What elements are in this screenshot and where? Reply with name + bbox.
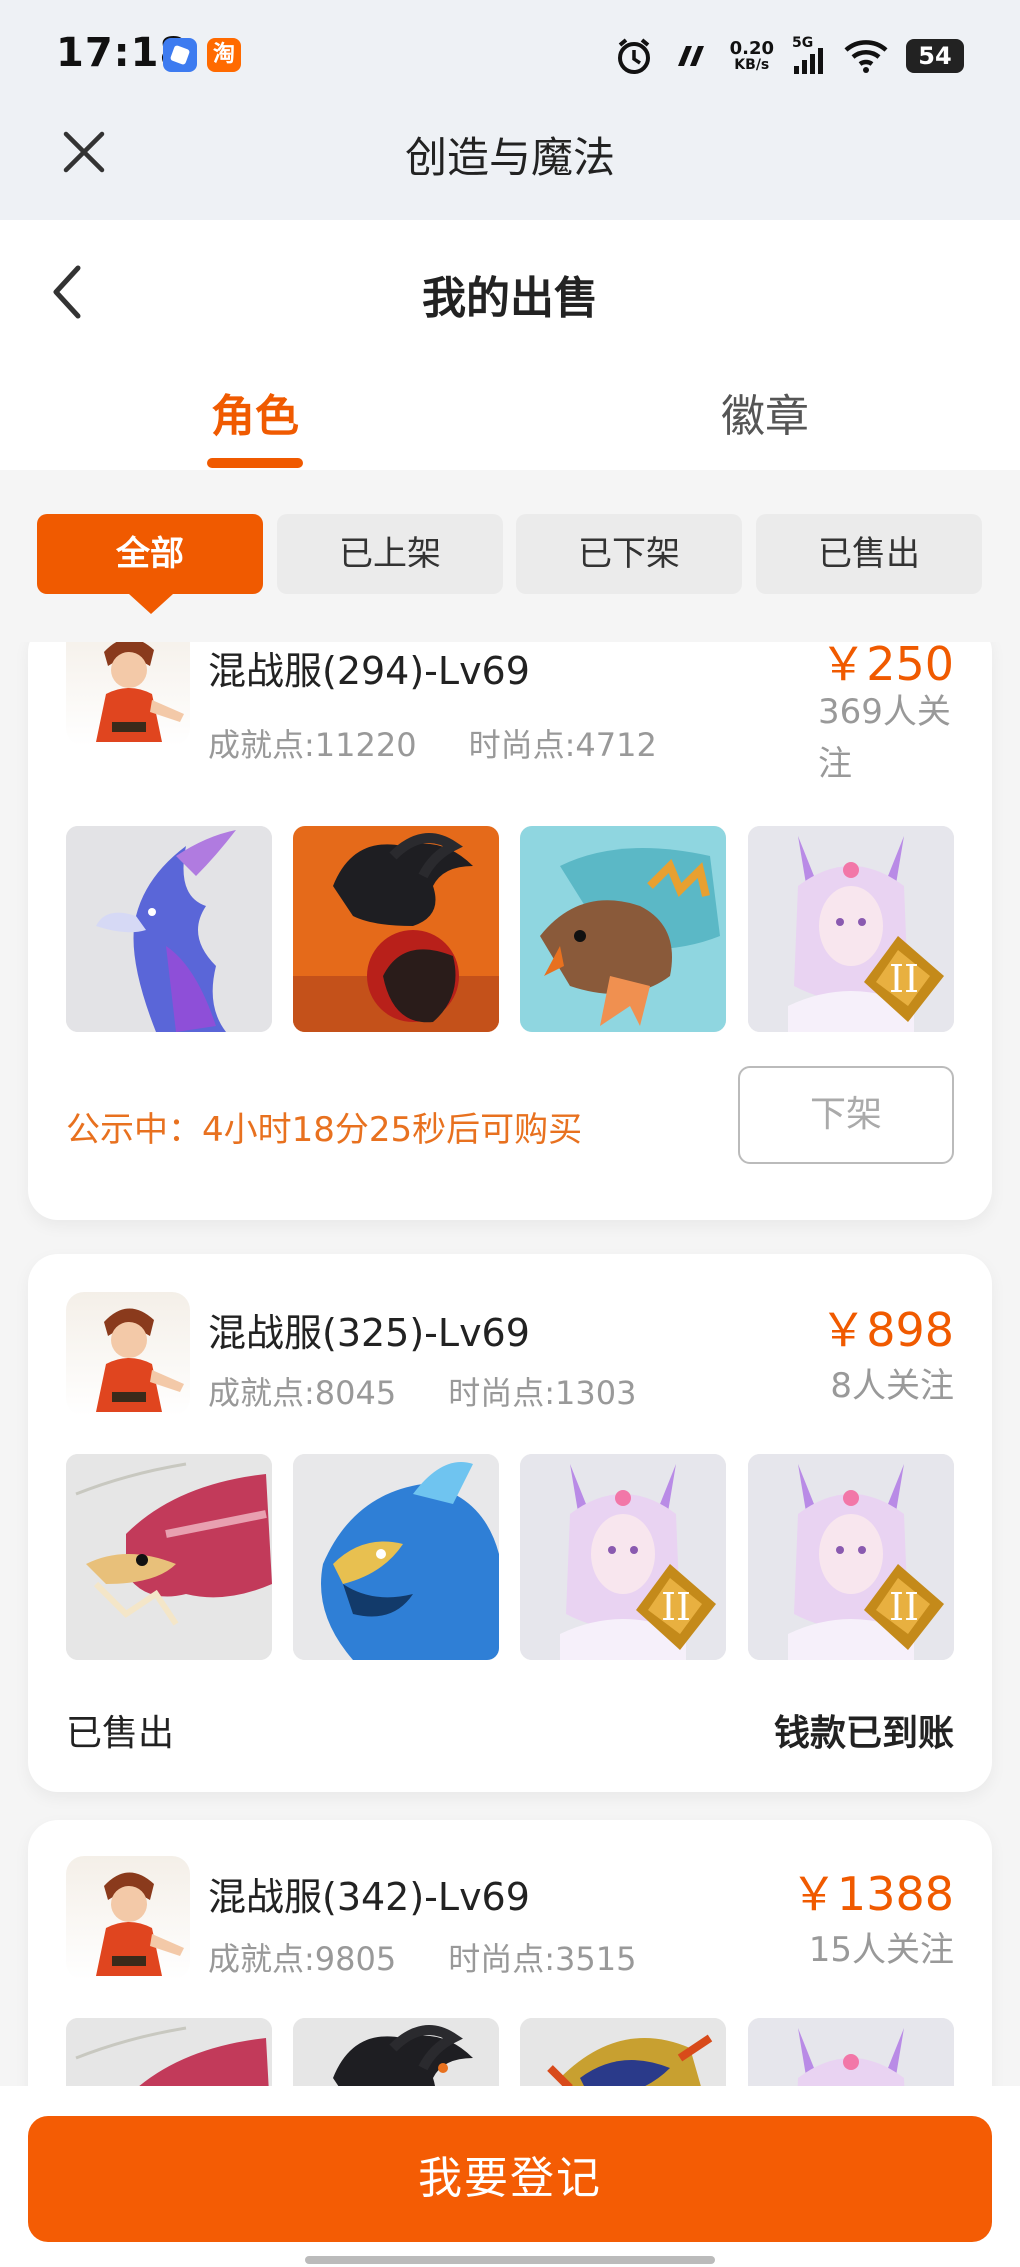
listing-list[interactable]: 混战服(294)-Lv69 成就点:11220 时尚点:4712 ￥250 369… [0,642,1020,2086]
tab-role[interactable]: 角色 [150,380,360,470]
listing-card[interactable]: 混战服(325)-Lv69 成就点:8045 时尚点:1303 ￥898 8人关注 [28,1254,992,1792]
armored-lizard-icon [520,826,726,1032]
app-title: 创造与魔法 [404,133,615,182]
follower-count: 369人关注 [818,692,951,784]
pet-thumbnail[interactable]: II [748,1454,954,1660]
character-avatar [66,1856,190,1980]
top-area: 17:18 淘 0.20 KB/s 5G 54 创造与魔法 [0,0,1020,220]
blue-app-icon [163,38,197,72]
pet-thumbnail[interactable] [66,1454,272,1660]
page-title: 我的出售 [422,273,598,324]
svg-text:II: II [661,1585,691,1629]
pet-thumbnails: II II [66,1454,954,1660]
pet-thumbnails: II [66,826,954,1032]
pet-thumbnail[interactable] [748,2018,954,2086]
character-portrait-icon [96,1872,184,1976]
taobao-icon: 淘 [207,38,241,72]
alarm-icon [617,38,650,74]
fox-fairy-icon [748,2018,954,2086]
character-stats: 成就点:11220 时尚点:4712 [208,720,657,766]
sold-status: 已售出 [66,1713,175,1754]
pet-thumbnail[interactable] [293,826,499,1032]
status-bar: 17:18 淘 0.20 KB/s 5G 54 [0,0,1020,110]
pet-thumbnail[interactable] [66,2018,272,2086]
blue-phoenix-icon [293,1454,499,1660]
achievement-points: 成就点:9805 [208,1940,397,1978]
delist-button[interactable]: 下架 [738,1066,954,1164]
character-portrait-icon [96,1308,184,1412]
pet-thumbnail[interactable] [293,2018,499,2086]
pet-thumbnail[interactable] [520,2018,726,2086]
pet-thumbnail[interactable]: II [520,1454,726,1660]
pet-thumbnails [66,2018,954,2086]
follower-count: 8人关注 [830,1366,954,1406]
network-speed-unit: KB/s [734,57,770,73]
filter-delisted[interactable]: 已下架 [516,514,742,594]
red-dragon-icon [66,1454,272,1660]
tab-bar: 角色 徽章 [0,380,1020,470]
page-header: 我的出售 角色 徽章 [0,220,1020,470]
fox-fairy-icon: II [748,826,954,1032]
character-portrait-icon [96,642,184,742]
pet-thumbnail[interactable] [293,1454,499,1660]
listing-price: ￥1388 [790,1867,954,1921]
character-stats: 成就点:9805 时尚点:3515 [208,1934,636,1980]
character-name: 混战服(342)-Lv69 [208,1875,530,1919]
network-speed: 0.20 KB/s [729,38,774,73]
fashion-points: 时尚点:1303 [448,1374,637,1412]
svg-text:II: II [889,1585,919,1629]
black-ram-beast-icon [293,2018,499,2086]
battery-indicator: 54 [906,39,964,73]
purple-phoenix-icon [66,826,272,1032]
listing-card[interactable]: 混战服(294)-Lv69 成就点:11220 时尚点:4712 ￥250 369… [28,642,992,1220]
black-ram-beast-icon [293,826,499,1032]
pet-thumbnail[interactable] [66,826,272,1032]
status-filter-bar: 全部 已上架 已下架 已售出 [0,472,1020,642]
network-speed-value: 0.20 [729,38,774,59]
character-avatar [66,1292,190,1416]
pet-thumbnail[interactable] [520,826,726,1032]
filter-sold[interactable]: 已售出 [756,514,982,594]
filter-all[interactable]: 全部 [37,514,263,594]
register-button[interactable]: 我要登记 [28,2116,992,2242]
achievement-points: 成就点:8045 [208,1374,397,1412]
publicity-notice: 公示中：4小时18分25秒后可购买 [66,1110,583,1150]
payment-status: 钱款已到账 [773,1713,954,1754]
app-title-bar: 创造与魔法 [0,110,1020,220]
follower-count: 15人关注 [808,1930,954,1970]
fox-fairy-icon: II [748,1454,954,1660]
character-stats: 成就点:8045 时尚点:1303 [208,1368,636,1414]
filter-pointer [129,594,173,614]
svg-text:II: II [889,957,919,1001]
listing-price: ￥898 [820,1303,954,1357]
cellular-signal: 5G [792,36,826,76]
status-indicators: 0.20 KB/s 5G 54 [614,34,964,78]
character-name: 混战服(294)-Lv69 [208,649,530,693]
active-tab-indicator [207,458,303,468]
achievement-points: 成就点:11220 [208,726,417,764]
wifi-icon [844,40,888,73]
signal-bars-icon [794,48,823,74]
pet-thumbnail[interactable]: II [748,826,954,1032]
listing-card[interactable]: 混战服(342)-Lv69 成就点:9805 时尚点:3515 ￥1388 15人… [28,1820,992,2086]
tab-badge[interactable]: 徽章 [660,380,870,470]
character-avatar [66,642,190,746]
fashion-points: 时尚点:4712 [468,726,657,764]
red-dragon-icon [66,2018,272,2086]
gold-dragon-icon [520,2018,726,2086]
fox-fairy-icon: II [520,1454,726,1660]
filter-listed[interactable]: 已上架 [277,514,503,594]
nfc-icon [677,46,704,66]
home-indicator[interactable] [305,2256,715,2264]
fashion-points: 时尚点:3515 [448,1940,637,1978]
bottom-action-bar: 我要登记 [0,2086,1020,2267]
character-name: 混战服(325)-Lv69 [208,1311,530,1355]
